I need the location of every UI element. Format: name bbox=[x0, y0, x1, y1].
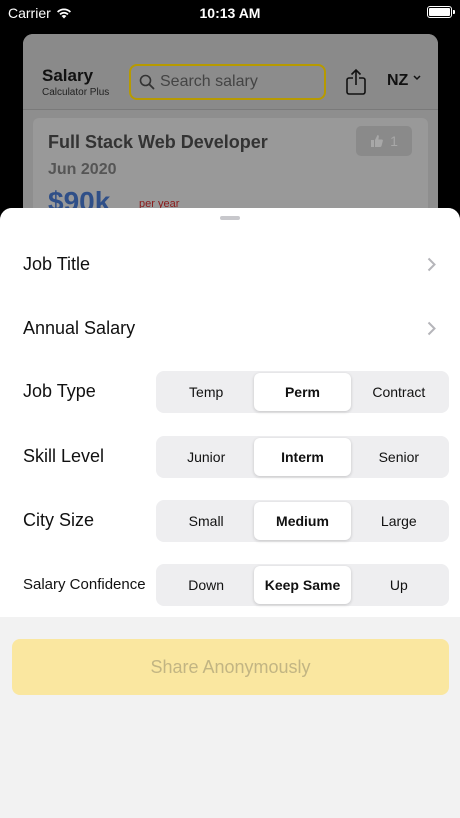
chevron-right-icon bbox=[427, 321, 436, 336]
search-icon bbox=[139, 74, 155, 90]
salary-confidence-row: Salary Confidence Down Keep Same Up bbox=[0, 564, 460, 606]
job-type-option-temp[interactable]: Temp bbox=[158, 373, 254, 411]
city-size-option-large[interactable]: Large bbox=[351, 502, 447, 540]
skill-level-row: Skill Level Junior Interm Senior bbox=[0, 436, 460, 478]
battery-icon bbox=[427, 6, 455, 18]
annual-salary-row[interactable]: Annual Salary bbox=[0, 308, 460, 348]
thumbs-up-icon bbox=[371, 135, 383, 147]
job-type-label: Job Type bbox=[23, 381, 96, 401]
city-size-option-small[interactable]: Small bbox=[158, 502, 254, 540]
salary-confidence-option-keep-same[interactable]: Keep Same bbox=[254, 566, 351, 604]
skill-level-option-senior[interactable]: Senior bbox=[351, 438, 447, 476]
status-bar: Carrier 10:13 AM bbox=[0, 0, 460, 26]
skill-level-option-junior[interactable]: Junior bbox=[158, 438, 254, 476]
share-anonymously-button[interactable]: Share Anonymously bbox=[12, 639, 449, 695]
status-time: 10:13 AM bbox=[199, 5, 261, 21]
chevron-down-icon bbox=[413, 75, 421, 81]
job-date: Jun 2020 bbox=[48, 161, 117, 178]
skill-level-segmented-control: Junior Interm Senior bbox=[156, 436, 449, 478]
salary-confidence-option-up[interactable]: Up bbox=[351, 566, 447, 604]
search-field[interactable] bbox=[129, 64, 326, 100]
region-selector[interactable]: NZ bbox=[387, 72, 421, 90]
job-title-label: Job Title bbox=[23, 254, 91, 274]
share-icon[interactable] bbox=[344, 68, 368, 96]
city-size-option-medium[interactable]: Medium bbox=[254, 502, 351, 540]
job-type-segmented-control: Temp Perm Contract bbox=[156, 371, 449, 413]
app-header: Salary Calculator Plus NZ bbox=[23, 34, 438, 110]
city-size-segmented-control: Small Medium Large bbox=[156, 500, 449, 542]
background-app: Salary Calculator Plus NZ Full Stack Web… bbox=[23, 34, 438, 234]
job-title-row[interactable]: Job Title bbox=[0, 244, 460, 284]
city-size-label: City Size bbox=[23, 510, 95, 530]
salary-form-sheet: Job Title Annual Salary Job Type Temp Pe… bbox=[0, 208, 460, 818]
sheet-grabber[interactable] bbox=[220, 216, 240, 220]
skill-level-option-interm[interactable]: Interm bbox=[254, 438, 351, 476]
search-input[interactable] bbox=[160, 73, 320, 91]
like-button[interactable]: 1 bbox=[356, 126, 412, 156]
job-type-option-perm[interactable]: Perm bbox=[254, 373, 351, 411]
chevron-right-icon bbox=[427, 257, 436, 272]
annual-salary-label: Annual Salary bbox=[23, 318, 136, 338]
salary-confidence-label: Salary Confidence bbox=[23, 576, 146, 593]
job-type-option-contract[interactable]: Contract bbox=[351, 373, 447, 411]
region-label: NZ bbox=[387, 72, 409, 89]
like-count: 1 bbox=[390, 133, 398, 149]
job-type-row: Job Type Temp Perm Contract bbox=[0, 371, 460, 413]
app-subtitle: Calculator Plus bbox=[42, 87, 110, 98]
city-size-row: City Size Small Medium Large bbox=[0, 500, 460, 542]
form-area: Job Title Annual Salary Job Type Temp Pe… bbox=[0, 208, 460, 617]
skill-level-label: Skill Level bbox=[23, 446, 105, 466]
app-title: Salary bbox=[42, 66, 94, 85]
job-title: Full Stack Web Developer bbox=[48, 132, 268, 152]
salary-confidence-option-down[interactable]: Down bbox=[158, 566, 254, 604]
salary-confidence-segmented-control: Down Keep Same Up bbox=[156, 564, 449, 606]
